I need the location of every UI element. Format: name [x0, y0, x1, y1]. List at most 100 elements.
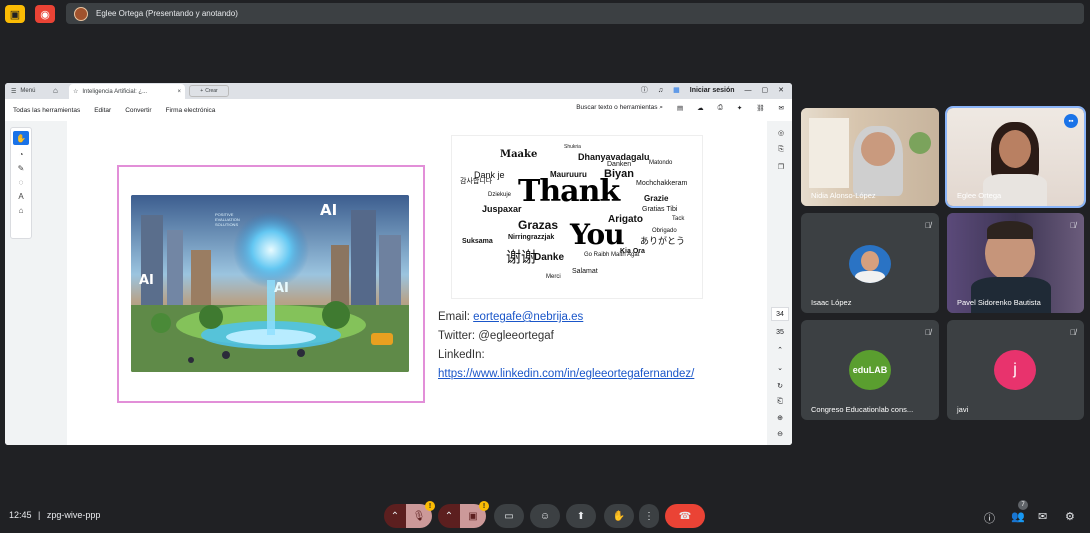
- mic-options-button[interactable]: ⌃: [384, 504, 406, 528]
- lasso-tool-icon[interactable]: ◌: [19, 178, 24, 187]
- end-call-button[interactable]: ☎: [665, 504, 705, 528]
- toolbar-esign[interactable]: Firma electrónica: [166, 107, 216, 114]
- login-button[interactable]: Iniciar sesión: [690, 87, 735, 94]
- participant-name: Isaac López: [811, 298, 852, 307]
- recording-indicator-icon[interactable]: ◉: [35, 5, 55, 23]
- present-button[interactable]: ⬆: [566, 504, 596, 528]
- page-up-icon[interactable]: ⌃: [771, 343, 789, 357]
- rotate-icon[interactable]: ↻: [771, 379, 789, 393]
- star-icon: ☆: [73, 89, 79, 95]
- raise-hand-button[interactable]: ✋: [604, 504, 634, 528]
- pen-tool-icon[interactable]: ✎: [18, 164, 25, 173]
- toolbar-convert[interactable]: Convertir: [125, 107, 151, 114]
- cloud-word: Nirringrazzjak: [508, 234, 555, 241]
- zoom-out-icon[interactable]: ⊖: [771, 427, 789, 441]
- cloud-word: Danke: [534, 252, 565, 263]
- maximize-icon[interactable]: ▢: [762, 86, 769, 94]
- ai-badge-top: AI: [320, 201, 338, 219]
- presenter-label: Eglee Ortega (Presentando y anotando): [96, 9, 238, 18]
- toolbar-edit[interactable]: Editar: [94, 107, 111, 114]
- help-icon[interactable]: ⓘ: [641, 85, 648, 95]
- contact-twitter: Twitter: @egleeortegaf: [438, 330, 554, 342]
- mic-off-icon: 🎙̸: [1070, 328, 1076, 337]
- end-call-icon: ☎: [678, 510, 692, 522]
- save-icon[interactable]: ▤: [677, 104, 683, 112]
- browser-right-controls: ⓘ ♫ ▦ Iniciar sesión — ▢ ✕: [641, 85, 784, 95]
- menu-button[interactable]: ☰ Menú: [5, 88, 53, 95]
- participant-tile-pavel[interactable]: 🎙̸ Pavel Sidorenko Bautista: [947, 213, 1084, 313]
- people-icon[interactable]: 👥: [1011, 510, 1025, 523]
- stamp-tool-icon[interactable]: ⌂: [19, 206, 24, 215]
- pdf-page: AI AI AI POSITIVE EVALUATION SOLUTIONS M…: [67, 121, 767, 445]
- chevron-up-icon: ⌃: [390, 510, 400, 522]
- hamburger-icon: ☰: [11, 88, 17, 95]
- email-link[interactable]: eortegafe@nebrija.es: [473, 311, 583, 323]
- home-icon[interactable]: ⌂: [53, 86, 58, 95]
- minimize-icon[interactable]: —: [745, 87, 752, 94]
- cloud-word: 谢谢: [506, 249, 537, 266]
- document-area: ✋ ◔ ✎ ◌ A ⌂ AI AI AI POSITIVE EVALUATION…: [5, 121, 792, 445]
- thank-you-line1: Thank: [518, 174, 620, 209]
- camera-off-indicator-icon[interactable]: ▣: [5, 5, 25, 23]
- tab-close-icon[interactable]: ×: [177, 89, 181, 95]
- new-tab-button[interactable]: + Crear: [189, 85, 229, 97]
- chat-icon[interactable]: ✉: [1038, 510, 1047, 523]
- page-number-current[interactable]: 34: [771, 307, 789, 321]
- upload-cloud-icon[interactable]: ☁: [697, 104, 704, 112]
- captions-button[interactable]: ▭: [494, 504, 524, 528]
- linkedin-link[interactable]: https://www.linkedin.com/in/egleeortegaf…: [438, 368, 694, 380]
- comment-tool-icon[interactable]: ◔: [19, 150, 24, 159]
- present-screen-icon: ⬆: [576, 510, 586, 522]
- meet-control-bar: 12:45 | zpg-wive-ppp ⌃ 🎙 ! ⌃ ▣ ! ▭ ☺ ⬆ ✋…: [0, 500, 1090, 533]
- more-options-button[interactable]: ⋮: [639, 504, 659, 528]
- ai-assistant-icon[interactable]: ✦: [737, 104, 742, 112]
- search-tools[interactable]: Buscar texto o herramientas ⌕: [576, 104, 663, 112]
- ai-sign-text: POSITIVE EVALUATION SOLUTIONS: [215, 212, 240, 227]
- ai-badge-left: AI: [139, 273, 154, 288]
- camera-options-button[interactable]: ⌃: [438, 504, 460, 528]
- participant-tile-isaac[interactable]: 🎙̸ Isaac López: [801, 213, 939, 313]
- captions-icon: ▭: [504, 510, 514, 522]
- cloud-word: Grazie: [644, 194, 669, 203]
- toolbar-all-tools[interactable]: Todas las herramientas: [13, 107, 80, 114]
- participant-tile-congreso[interactable]: 🎙̸ eduLAB Congreso Educationlab cons...: [801, 320, 939, 420]
- contact-email: Email: eortegafe@nebrija.es: [438, 311, 584, 323]
- thank-you-line2: You: [570, 218, 625, 251]
- participant-tile-nidia[interactable]: Nidia Alonso-López: [801, 108, 939, 206]
- cloud-word: Juspaxar: [482, 204, 522, 214]
- bell-icon[interactable]: ♫: [658, 87, 663, 94]
- participant-tile-eglee[interactable]: ▪▪ Eglee Ortega: [945, 106, 1086, 208]
- zoom-in-icon[interactable]: ⊕: [771, 411, 789, 425]
- participant-tile-javi[interactable]: 🎙̸ j javi: [947, 320, 1084, 420]
- close-window-icon[interactable]: ✕: [778, 86, 784, 94]
- emoji-button[interactable]: ☺: [530, 504, 560, 528]
- text-tool-icon[interactable]: A: [18, 192, 23, 201]
- cloud-word: Shukria: [564, 144, 581, 150]
- page-down-icon[interactable]: ⌄: [771, 361, 789, 375]
- cloud-word: Merci: [546, 274, 561, 280]
- pages-icon[interactable]: ❐: [778, 163, 784, 171]
- mail-icon[interactable]: ✉: [779, 104, 784, 112]
- apps-icon[interactable]: ▦: [673, 86, 680, 94]
- page-number-next[interactable]: 35: [771, 325, 789, 339]
- activities-icon[interactable]: ⚙: [1065, 510, 1075, 523]
- bookmark-icon[interactable]: ⎘: [778, 146, 784, 154]
- ai-badge-center: AI: [274, 281, 289, 296]
- link-icon[interactable]: ⛓: [756, 104, 764, 112]
- chevron-up-icon: ⌃: [444, 510, 454, 522]
- meeting-code: zpg-wive-ppp: [46, 510, 101, 520]
- comments-icon[interactable]: ◎: [778, 129, 784, 137]
- mic-warning-icon: !: [425, 501, 435, 511]
- cloud-word: Grazas: [518, 218, 559, 232]
- browser-tab[interactable]: ☆ Inteligencia Artificial: ¿... ×: [69, 84, 185, 99]
- meeting-details-icon[interactable]: ⓘ: [984, 510, 995, 526]
- print-icon[interactable]: ⎙: [718, 104, 723, 112]
- ai-city-illustration: AI AI AI POSITIVE EVALUATION SOLUTIONS: [131, 195, 409, 372]
- hand-tool-icon[interactable]: ✋: [13, 131, 29, 145]
- participant-name: Pavel Sidorenko Bautista: [957, 298, 1041, 307]
- fit-page-icon[interactable]: ⎗: [771, 395, 789, 409]
- hand-icon: ✋: [612, 510, 626, 522]
- mic-off-icon: 🎙̸: [925, 328, 931, 337]
- cloud-word: Tack: [672, 216, 685, 222]
- camera-off-icon: ▣: [468, 510, 478, 522]
